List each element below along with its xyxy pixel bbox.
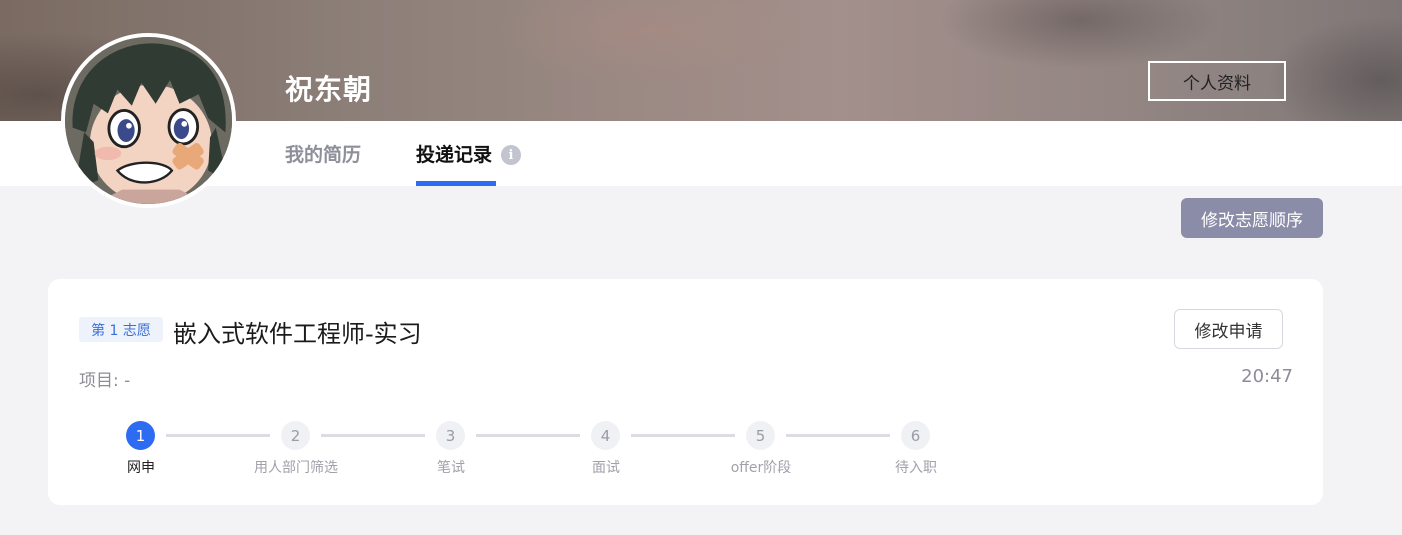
edit-application-button[interactable]: 修改申请 <box>1174 309 1283 349</box>
step-connector <box>166 434 270 437</box>
preference-badge: 第 1 志愿 <box>79 317 163 342</box>
reorder-preferences-button[interactable]: 修改志愿顺序 <box>1181 198 1323 238</box>
step-4-circle: 4 <box>591 421 620 450</box>
step-connector <box>321 434 425 437</box>
step-3-circle: 3 <box>436 421 465 450</box>
step-connector <box>631 434 735 437</box>
step-5-label: offer阶段 <box>730 460 792 476</box>
profile-button[interactable]: 个人资料 <box>1148 61 1286 101</box>
avatar <box>61 33 236 208</box>
step-connector <box>786 434 890 437</box>
step-1-circle: 1 <box>126 421 155 450</box>
step-connector <box>476 434 580 437</box>
step-6-label: 待入职 <box>895 460 937 476</box>
step-3-label: 笔试 <box>437 460 465 476</box>
tab-my-resume[interactable]: 我的简历 <box>285 140 361 167</box>
step-2-label: 用人部门筛选 <box>254 460 338 476</box>
step-4-label: 面试 <box>592 460 620 476</box>
avatar-anime-portrait-icon <box>65 37 232 204</box>
user-name: 祝东朝 <box>285 73 373 106</box>
active-tab-indicator <box>416 181 496 186</box>
job-title: 嵌入式软件工程师-实习 <box>173 320 422 348</box>
step-6-circle: 6 <box>901 421 930 450</box>
step-2-circle: 2 <box>281 421 310 450</box>
info-icon[interactable]: i <box>501 145 521 165</box>
submission-time: 20:47 <box>1241 366 1293 387</box>
step-5-circle: 5 <box>746 421 775 450</box>
project-label: 项目: - <box>79 371 131 391</box>
step-1-label: 网申 <box>127 460 155 476</box>
tab-application-records[interactable]: 投递记录 <box>416 140 492 167</box>
